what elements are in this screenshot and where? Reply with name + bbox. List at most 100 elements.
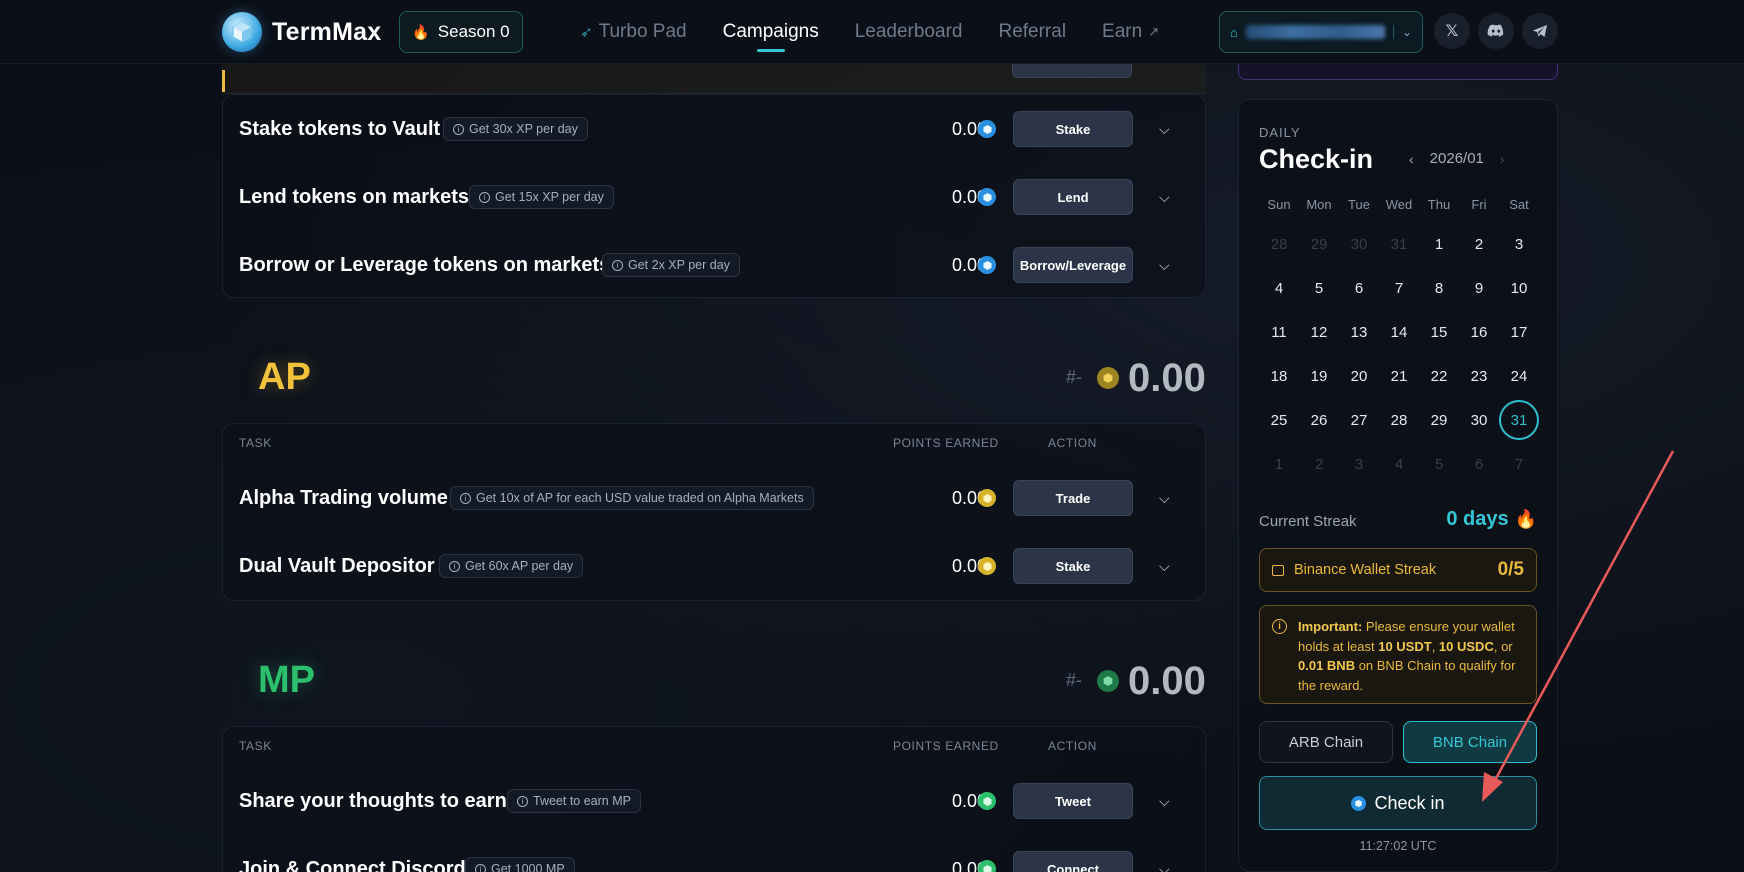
nav-label: Earn [1102,21,1143,42]
task-hint-text: Get 30x XP per day [469,122,578,136]
mp-coin-icon [978,860,996,872]
calendar-day[interactable]: 21 [1379,356,1419,396]
task-row[interactable]: Borrow or Leverage tokens on markets i Ge… [223,231,1207,299]
bnb-chain-tab[interactable]: BNB Chain [1403,721,1537,763]
chevron-down-icon[interactable]: ⌵ [1159,121,1170,138]
calendar-day[interactable]: 18 [1259,356,1299,396]
calendar-day[interactable]: 27 [1339,400,1379,440]
calendar-day[interactable]: 30 [1459,400,1499,440]
calendar-day[interactable]: 9 [1459,268,1499,308]
calendar-day[interactable]: 22 [1419,356,1459,396]
chevron-right-icon[interactable]: › [1500,151,1505,167]
nav-earn[interactable]: Earn ↗ [1102,0,1159,64]
task-row[interactable]: Join & Connect Discord i Get 1000 MP 0.00… [223,835,1207,872]
task-hint: i Get 1000 MP [465,857,575,872]
chevron-left-icon[interactable]: ‹ [1409,151,1414,167]
task-row[interactable]: Lend tokens on markets i Get 15x XP per d… [223,163,1207,231]
task-hint: i Get 2x XP per day [602,253,740,277]
season-selector[interactable]: 🔥 Season 0 [399,11,523,53]
stake-button[interactable]: Stake [1013,548,1133,584]
calendar-day[interactable]: 12 [1299,312,1339,352]
calendar-day[interactable]: 5 [1299,268,1339,308]
task-row[interactable]: Dual Vault Depositor i Get 60x AP per day… [223,532,1207,600]
checkin-panel: DAILY Check-in ‹ 2026/01 › Sun Mon Tue Wed T… [1238,99,1558,872]
brand-logo[interactable]: TermMax [222,12,381,52]
x-icon[interactable]: 𝕏 [1434,13,1470,49]
nav-campaigns[interactable]: Campaigns [723,0,819,64]
notice-amount: 10 USDC [1438,638,1494,654]
calendar-day[interactable]: 15 [1419,312,1459,352]
nav-referral[interactable]: Referral [998,0,1066,64]
partial-action-button[interactable] [1012,64,1132,78]
chevron-down-icon[interactable]: ⌵ [1159,189,1170,206]
checkin-title: Check-in [1259,144,1374,174]
weekday-label: Tue [1348,197,1370,212]
flame-icon: 🔥 [412,23,430,40]
connect-button[interactable]: Connect [1013,851,1133,872]
check-in-label: Check in [1374,792,1445,813]
calendar-day[interactable]: 7 [1379,268,1419,308]
weekday-label: Wed [1385,197,1413,212]
task-row[interactable]: Alpha Trading volume i Get 10x of AP for … [223,464,1207,532]
notice-amount: 0.01 BNB [1298,658,1356,673]
borrow-leverage-button[interactable]: Borrow/Leverage [1013,247,1133,283]
calendar-day[interactable]: 13 [1339,312,1379,352]
tweet-button[interactable]: Tweet [1013,783,1133,819]
calendar-day-today[interactable]: 31 [1499,400,1539,440]
chevron-down-icon[interactable]: ⌵ [1159,793,1170,810]
partial-task-row [222,64,1206,94]
ap-coin-icon [1097,367,1119,389]
stake-button[interactable]: Stake [1013,111,1133,147]
chevron-down-icon[interactable]: ⌵ [1159,558,1170,575]
nav-leaderboard[interactable]: Leaderboard [855,0,963,64]
nav-turbo-pad[interactable]: ➶ Turbo Pad [580,0,687,64]
chevron-down-icon[interactable]: ⌵ [1159,861,1170,872]
telegram-icon[interactable] [1522,13,1558,49]
info-icon: i [475,863,486,872]
calendar-day[interactable]: 2 [1459,224,1499,264]
wallet-icon [1272,564,1284,576]
discord-icon[interactable] [1478,13,1514,49]
calendar-day[interactable]: 1 [1419,224,1459,264]
chevron-down-icon[interactable]: ⌵ [1159,490,1170,507]
rocket-icon: ➶ [580,24,593,41]
calendar-day[interactable]: 4 [1259,268,1299,308]
calendar-day[interactable]: 6 [1339,268,1379,308]
binance-wallet-streak: Binance Wallet Streak 0/5 [1259,548,1537,592]
calendar-day[interactable]: 3 [1499,224,1539,264]
calendar-day[interactable]: 29 [1419,400,1459,440]
calendar-day[interactable]: 26 [1299,400,1339,440]
calendar-day[interactable]: 14 [1379,312,1419,352]
calendar-day[interactable]: 8 [1419,268,1459,308]
calendar-day[interactable]: 10 [1499,268,1539,308]
ap-coin-icon [978,489,996,507]
calendar-day[interactable]: 11 [1259,312,1299,352]
calendar-day[interactable]: 28 [1379,400,1419,440]
main-nav: ➶ Turbo Pad Campaigns Leaderboard Referr… [580,0,1159,64]
calendar-day[interactable]: 19 [1299,356,1339,396]
calendar-day[interactable]: 16 [1459,312,1499,352]
task-row[interactable]: Share your thoughts to earn i Tweet to ea… [223,767,1207,835]
current-streak-label: Current Streak [1259,513,1357,530]
calendar-day[interactable]: 17 [1499,312,1539,352]
notice-amount: 10 USDT [1378,638,1432,654]
weekday-label: Sun [1267,197,1291,212]
check-in-button[interactable]: Check in [1259,776,1537,830]
calendar-day: 2 [1314,455,1324,473]
arb-chain-tab[interactable]: ARB Chain [1259,721,1393,763]
calendar-day[interactable]: 23 [1459,356,1499,396]
chevron-down-icon[interactable]: ⌵ [1159,257,1170,274]
calendar-day[interactable]: 24 [1499,356,1539,396]
calendar-day[interactable]: 25 [1259,400,1299,440]
calendar-day[interactable]: 20 [1339,356,1379,396]
utc-clock: 11:27:02 UTC [1359,839,1437,853]
calendar-day: 6 [1474,455,1484,473]
lend-button[interactable]: Lend [1013,179,1133,215]
task-title: Join & Connect Discord [239,857,466,872]
task-row[interactable]: Stake tokens to Vault i Get 30x XP per da… [223,95,1207,163]
trade-button[interactable]: Trade [1013,480,1133,516]
xp-coin-icon [978,188,996,206]
wallet-address-dropdown[interactable]: ⌂ ⌄ [1219,11,1423,53]
task-hint-text: Get 15x XP per day [495,190,604,204]
mp-coin-icon [978,792,996,810]
